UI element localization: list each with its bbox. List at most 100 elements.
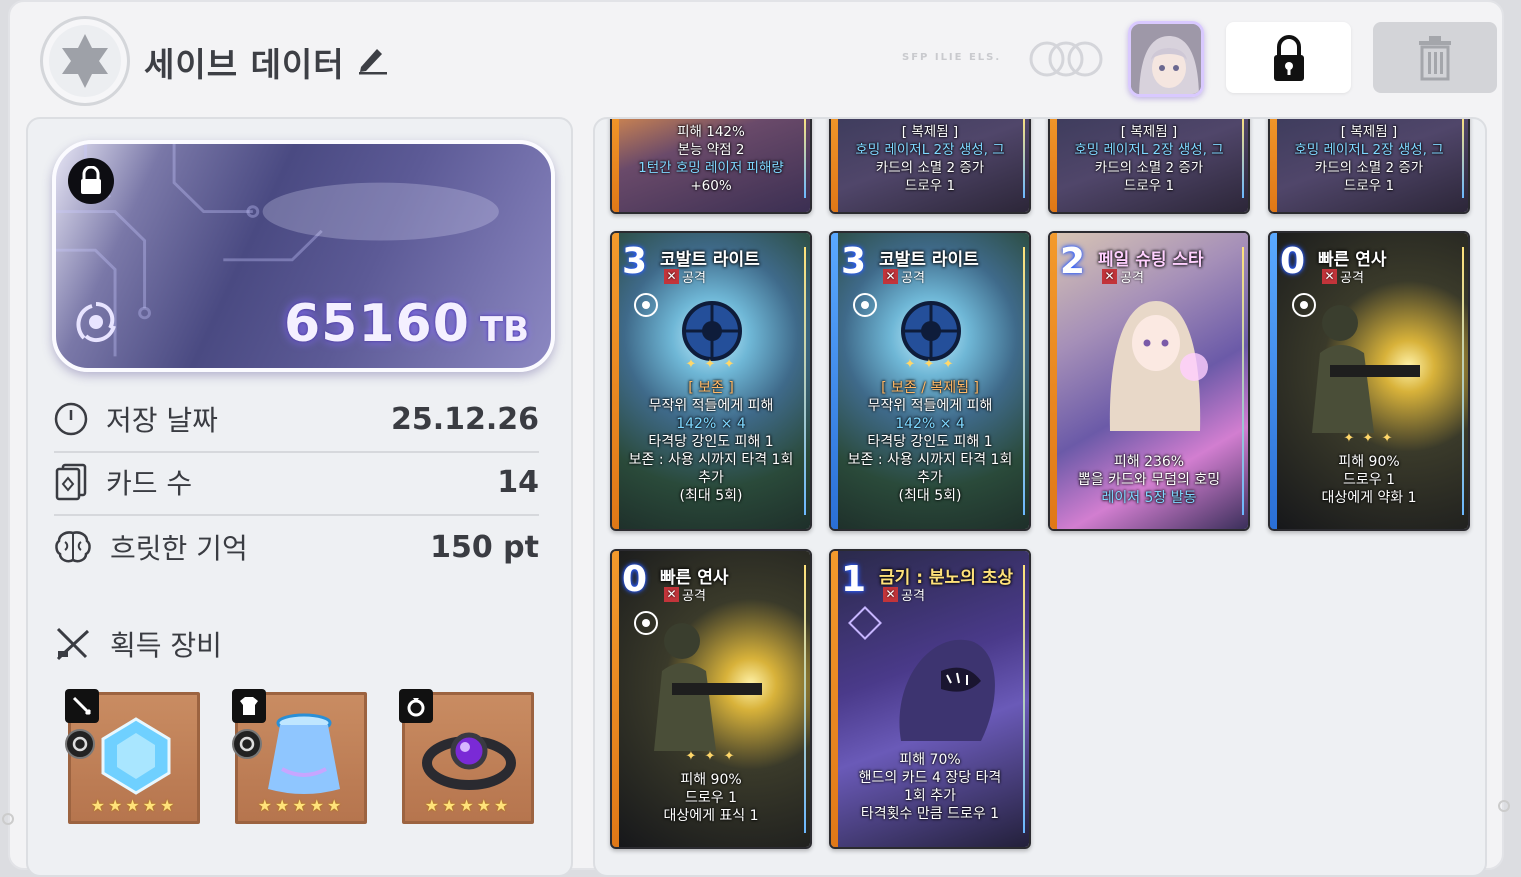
card-text: 1턴간 호밍 레이저 피해량 (638, 160, 784, 176)
card-text: 호밍 레이저L 2장 생성, 그 (1294, 142, 1444, 158)
page-title: 세이브 데이터 (144, 38, 389, 86)
card-top-1[interactable]: 피해 142% 본능 약점 2 1턴간 호밍 레이저 피해량 +60% (610, 119, 812, 214)
monster-figure-icon (899, 639, 995, 741)
edit-pencil-icon[interactable] (355, 41, 389, 83)
card-type: 공격 (682, 271, 706, 286)
soldier-figure-icon (654, 623, 762, 751)
card-cost: 2 (1060, 241, 1086, 282)
card-tag: [ 보존 ] (688, 380, 734, 396)
equipment-item-skirt[interactable]: ★★★★★ (232, 689, 367, 824)
card-taboo-portrait-of-rage[interactable]: 1 금기 : 분노의 초상 ✕ 공격 피해 70% 핸드의 카드 4 장당 타격 … (829, 549, 1031, 849)
target-icon (853, 293, 877, 317)
stat-label: 저장 날짜 (106, 404, 218, 437)
lock-icon (1273, 34, 1304, 81)
card-rapid-fire-1[interactable]: 0 빠른 연사 ✕ 공격 ✦ ✦ ✦ 피해 90% 드로우 1 대상에게 약화 1 (1268, 231, 1470, 531)
attack-type-icon: ✕ (664, 269, 679, 284)
brain-icon (55, 531, 91, 563)
card-text: 피해 236% (1113, 454, 1185, 470)
card-text: 피해 90% (680, 772, 742, 788)
attack-type-icon: ✕ (883, 269, 898, 284)
star-rating: ★★★★★ (424, 796, 512, 815)
crystal-gem-icon (101, 717, 171, 795)
card-text: [ 복제됨 ] (1340, 124, 1398, 140)
card-pale-shooting-star[interactable]: 2 페일 슈팅 스타 ✕ 공격 피해 236% 뽑을 카드와 무덤의 호밍 레이저… (1048, 231, 1250, 531)
swirl-emblem-icon (70, 296, 122, 352)
card-top-2[interactable]: [ 복제됨 ] 호밍 레이저L 2장 생성, 그 카드의 소멸 2 증가 드로우… (829, 119, 1031, 214)
stat-row-blurry-memory: 흐릿한 기억 150 pt (54, 527, 539, 579)
sparkle-divider-icon: ✦ ✦ ✦ (685, 749, 737, 764)
swirl-badge-icon (65, 729, 95, 759)
armor-icon (232, 689, 266, 723)
character-avatar[interactable] (1128, 21, 1204, 97)
card-text: 추가 (698, 470, 724, 486)
lock-button[interactable] (1226, 22, 1351, 93)
card-text: (최대 5회) (898, 488, 962, 504)
card-text: [ 복제됨 ] (1120, 124, 1178, 140)
card-type: 공격 (1120, 271, 1144, 286)
card-icon (55, 463, 87, 501)
card-cost: 3 (622, 241, 648, 282)
card-tag: [ 보존 / 복제됨 ] (881, 380, 979, 396)
storage-amount: 65160 TB (284, 294, 529, 354)
storage-lock-icon (68, 158, 114, 204)
star-rating: ★★★★★ (257, 796, 345, 815)
card-text: 무작위 적들에게 피해 (648, 398, 774, 414)
card-cost: 3 (841, 241, 867, 282)
card-cobalt-light-1[interactable]: 3 코발트 라이트 ✕ 공격 ✦ ✦ ✦ [ 보존 ] 무작위 적들에게 피해 1… (610, 231, 812, 531)
soldier-figure-icon (1312, 305, 1420, 433)
card-text: 카드의 소멸 2 증가 (1094, 160, 1204, 176)
attack-type-icon: ✕ (1322, 269, 1337, 284)
card-text: 드로우 1 (685, 790, 737, 806)
sword-icon (65, 689, 99, 723)
stat-label: 흐릿한 기억 (110, 532, 248, 565)
card-type: 공격 (1340, 271, 1364, 286)
card-text: 드로우 1 (1343, 472, 1395, 488)
card-cost: 0 (622, 559, 648, 600)
save-summary-panel: 65160 TB 저장 날짜 25.12.26 카드 수 14 흐릿한 기억 1… (26, 117, 573, 877)
amethyst-ring-icon (422, 732, 516, 790)
card-text: 대상에게 표식 1 (663, 808, 759, 824)
equipment-item-ring[interactable]: ★★★★★ (399, 689, 534, 824)
card-text: (최대 5회) (679, 488, 743, 504)
card-text: 타격당 강인도 피해 1 (648, 434, 774, 450)
card-cobalt-light-2[interactable]: 3 코발트 라이트 ✕ 공격 ✦ ✦ ✦ [ 보존 / 복제됨 ] 무작위 적들에… (829, 231, 1031, 531)
card-text: 타격당 강인도 피해 1 (867, 434, 993, 450)
card-text: +60% (690, 178, 732, 194)
delete-button[interactable] (1373, 22, 1497, 93)
card-top-3[interactable]: [ 복제됨 ] 호밍 레이저L 2장 생성, 그 카드의 소멸 2 증가 드로우… (1048, 119, 1250, 214)
card-text: 142% × 4 (676, 416, 746, 432)
stat-row-save-date: 저장 날짜 25.12.26 (54, 399, 539, 453)
character-portrait-icon (1109, 301, 1208, 431)
card-text: 카드의 소멸 2 증가 (875, 160, 985, 176)
card-type: 공격 (901, 271, 925, 286)
card-text: [ 복제됨 ] (901, 124, 959, 140)
scroll-indicator-right (1498, 800, 1510, 812)
card-rapid-fire-2[interactable]: 0 빠른 연사 ✕ 공격 ✦ ✦ ✦ 피해 90% 드로우 1 대상에게 표식 1 (610, 549, 812, 849)
card-text: 뽑을 카드와 무덤의 호밍 (1077, 472, 1221, 488)
target-icon (634, 293, 658, 317)
card-text: 무작위 적들에게 피해 (867, 398, 993, 414)
card-text: 호밍 레이저L 2장 생성, 그 (855, 142, 1005, 158)
equipment-item-crystal[interactable]: ★★★★★ (65, 689, 200, 824)
card-text: 142% × 4 (895, 416, 965, 432)
stat-value: 150 pt (430, 529, 539, 565)
sparkle-divider-icon: ✦ ✦ ✦ (904, 357, 956, 372)
card-top-4[interactable]: [ 복제됨 ] 호밍 레이저L 2장 생성, 그 카드의 소멸 2 증가 드로우… (1268, 119, 1470, 214)
card-text: 핸드의 카드 4 장당 타격 (858, 770, 1002, 786)
scroll-indicator-left (2, 813, 14, 825)
storage-value: 65160 (283, 294, 470, 354)
card-text: 보존 : 사용 시까지 타격 1회 (847, 452, 1013, 468)
card-text: 드로우 1 (904, 178, 956, 194)
clock-icon (54, 402, 88, 436)
card-text: 피해 90% (1338, 454, 1400, 470)
sparkle-divider-icon: ✦ ✦ ✦ (685, 357, 737, 372)
skirt-garment-icon (268, 713, 340, 794)
target-icon (1292, 293, 1316, 317)
card-text: 레이저 5장 발동 (1101, 490, 1197, 506)
card-text: 피해 142% (677, 124, 745, 140)
card-cost: 1 (841, 559, 867, 600)
card-type: 공격 (682, 589, 706, 604)
crossed-weapons-icon (56, 627, 90, 661)
card-text: 피해 70% (899, 752, 961, 768)
storage-card: 65160 TB (52, 140, 555, 372)
